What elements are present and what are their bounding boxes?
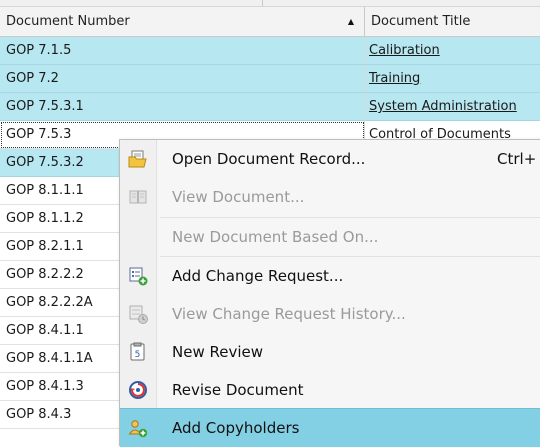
menu-item-label: View Document... [172,188,305,206]
column-header-document-number[interactable]: Document Number ▲ [0,7,365,36]
menu-item-label: Revise Document [172,381,304,399]
menu-item-revise-document[interactable]: Revise Document [120,371,540,409]
menu-item-new-document-based-on[interactable]: New Document Based On... [120,218,540,256]
table-row[interactable]: GOP 7.5.3.1 System Administration [0,93,540,121]
revise-icon [128,380,148,400]
grid-header: Document Number ▲ Document Title [0,7,540,37]
sort-ascending-icon: ▲ [347,17,354,26]
menu-item-add-copyholders[interactable]: Add Copyholders [120,408,540,447]
table-row[interactable]: GOP 7.1.5 Calibration [0,37,540,65]
document-title-link[interactable]: Calibration [365,37,540,65]
column-header-label: Document Title [371,14,471,29]
menu-item-label: New Review [172,343,264,361]
menu-item-label: View Change Request History... [172,305,406,323]
menu-item-new-review[interactable]: 5 New Review [120,333,540,371]
menu-item-label: Add Copyholders [172,419,300,437]
change-history-icon [128,304,148,324]
folder-open-icon [128,149,148,169]
menu-item-open-document-record[interactable]: Open Document Record... Ctrl+ [120,140,540,178]
menu-item-add-change-request[interactable]: Add Change Request... [120,257,540,295]
table-row[interactable]: GOP 7.2 Training [0,65,540,93]
book-icon [128,187,148,207]
document-number-cell[interactable]: GOP 7.1.5 [0,37,365,65]
context-menu: Open Document Record... Ctrl+ View Docum… [119,139,540,447]
column-header-document-title[interactable]: Document Title [365,7,540,36]
menu-item-label: New Document Based On... [172,228,379,246]
menu-item-shortcut: Ctrl+ [497,150,537,168]
review-icon: 5 [128,342,148,362]
top-strip [0,0,540,7]
document-title-link[interactable]: System Administration [365,93,540,121]
menu-item-label: Open Document Record... [172,150,366,168]
menu-item-label: Add Change Request... [172,267,344,285]
column-header-label: Document Number [6,14,130,29]
svg-text:5: 5 [135,350,141,360]
document-number-cell[interactable]: GOP 7.5.3.1 [0,93,365,121]
document-number-cell[interactable]: GOP 7.2 [0,65,365,93]
column-divider [262,0,263,6]
menu-item-view-document[interactable]: View Document... [120,178,540,216]
menu-item-view-change-request-history[interactable]: View Change Request History... [120,295,540,333]
add-users-icon [128,418,148,438]
add-change-request-icon [128,266,148,286]
document-title-link[interactable]: Training [365,65,540,93]
